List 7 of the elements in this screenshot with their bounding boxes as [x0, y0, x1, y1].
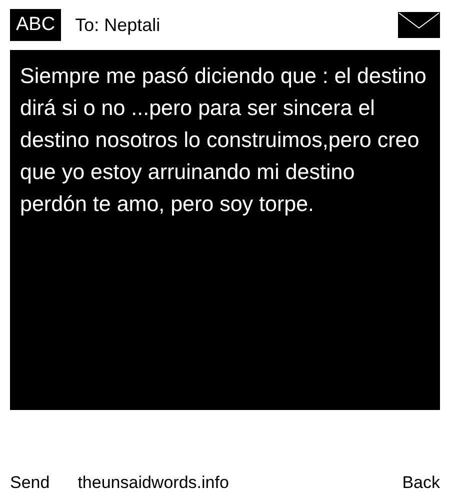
send-softkey[interactable]: Send	[10, 473, 50, 493]
back-softkey[interactable]: Back	[402, 473, 440, 493]
message-field[interactable]: Siempre me pasó diciendo que : el destino dirá si o no ...pero para ser sincera el destino nosotros lo construimos,pero creo que yo estoy arruinando mi destino perdón te amo, pero soy torpe.	[10, 50, 440, 410]
recipient-label: To: Neptali	[75, 14, 162, 36]
site-label: theunsaidwords.info	[78, 473, 230, 493]
envelope-icon	[398, 12, 440, 38]
input-mode-badge: ABC	[10, 9, 62, 41]
